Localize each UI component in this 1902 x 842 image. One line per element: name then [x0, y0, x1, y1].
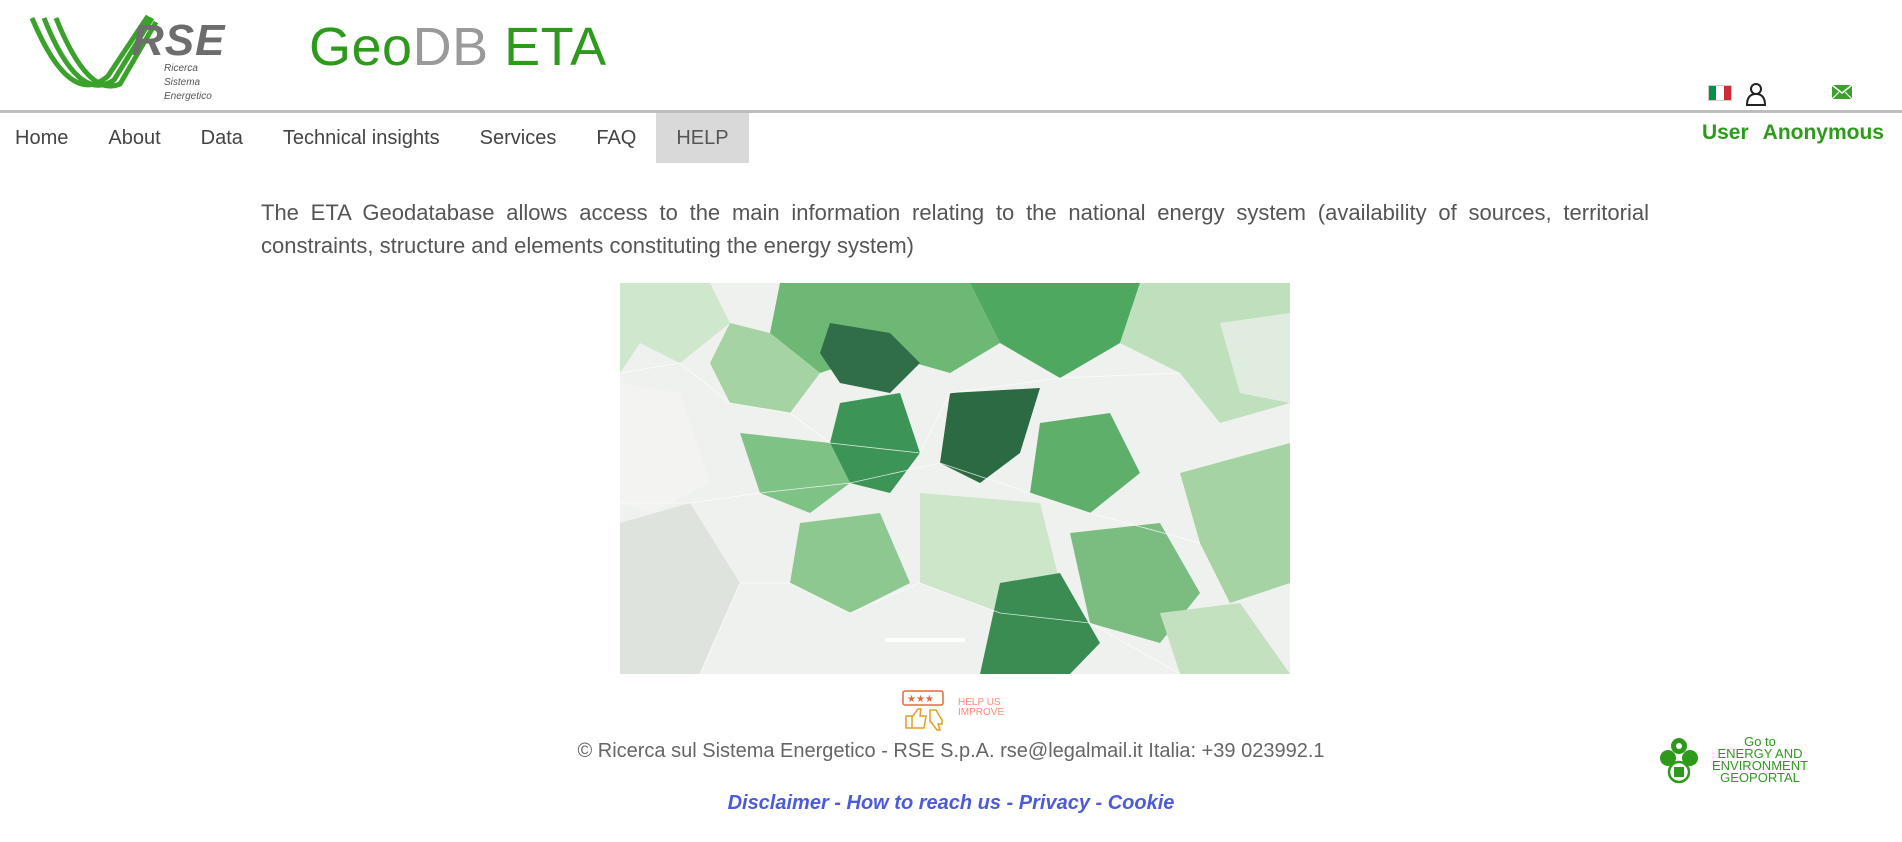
- feedback-stars-thumbs-icon: ★★★: [902, 690, 944, 731]
- mail-icon[interactable]: [1831, 84, 1853, 100]
- help-us-improve-button[interactable]: ★★★ HELP US IMPROVE: [902, 690, 1004, 732]
- rse-logo[interactable]: RSE Ricerca Sistema Energetico: [30, 14, 224, 104]
- user-status: User Anonymous: [1702, 121, 1884, 145]
- svg-text:★★★: ★★★: [907, 694, 934, 705]
- user-name[interactable]: Anonymous: [1763, 121, 1884, 144]
- main-nav: Home About Data Technical insights Servi…: [0, 113, 749, 163]
- italian-flag-icon[interactable]: [1708, 85, 1732, 101]
- copyright-text: © Ricerca sul Sistema Energetico - RSE S…: [577, 740, 1325, 762]
- footer-separator: -: [828, 792, 847, 814]
- footer-link-privacy[interactable]: Privacy: [1019, 792, 1090, 814]
- nav-item-help[interactable]: HELP: [656, 113, 749, 163]
- footer-separator: -: [1089, 792, 1108, 814]
- nav-item-technical-insights[interactable]: Technical insights: [263, 113, 460, 163]
- logo-subtitle: Ricerca Sistema Energetico: [164, 63, 212, 102]
- nav-item-services[interactable]: Services: [460, 113, 577, 163]
- footer-link-how-to-reach-us[interactable]: How to reach us: [847, 792, 1001, 814]
- user-icon[interactable]: [1745, 82, 1767, 106]
- footer-link-disclaimer[interactable]: Disclaimer: [728, 792, 829, 814]
- footer-link-cookie[interactable]: Cookie: [1108, 792, 1175, 814]
- title-part-eta: ETA: [488, 17, 607, 77]
- geoportal-link[interactable]: Go to ENERGY AND ENVIRONMENT GEOPORTAL: [1654, 734, 1814, 786]
- help-us-improve-label: HELP US IMPROVE: [958, 697, 1005, 718]
- nav-item-about[interactable]: About: [88, 113, 180, 163]
- title-part-db: DB: [412, 17, 489, 77]
- user-label: User: [1701, 121, 1749, 144]
- footer-separator: -: [1001, 792, 1019, 814]
- nav-item-data[interactable]: Data: [181, 113, 263, 163]
- map-illustration: [620, 283, 1290, 674]
- energy-environment-icon: [1660, 738, 1698, 784]
- nav-item-home[interactable]: Home: [0, 113, 88, 163]
- footer-links: Disclaimer - How to reach us - Privacy -…: [0, 792, 1902, 815]
- intro-text: The ETA Geodatabase allows access to the…: [261, 200, 1649, 258]
- logo-brand: RSE: [132, 16, 226, 65]
- site-title: GeoDB ETA: [309, 16, 607, 78]
- choropleth-map-image: [620, 283, 1290, 674]
- site-header: RSE Ricerca Sistema Energetico GeoDB ETA: [0, 0, 1902, 113]
- nav-item-faq[interactable]: FAQ: [576, 113, 656, 163]
- geoportal-label: Go to ENERGY AND ENVIRONMENT GEOPORTAL: [1711, 734, 1809, 785]
- title-part-geo: Geo: [309, 17, 413, 77]
